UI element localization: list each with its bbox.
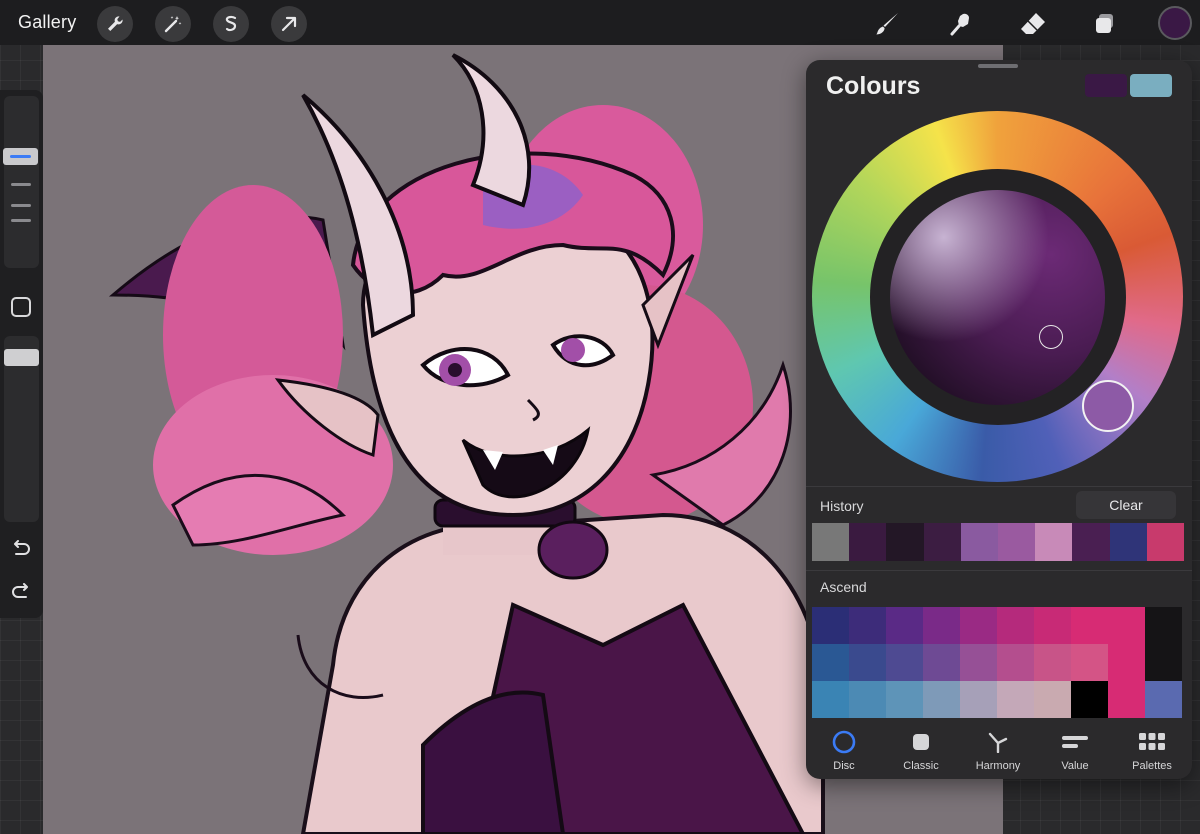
palette-swatch[interactable] [923,681,960,718]
palette-swatch[interactable] [1071,681,1108,718]
history-label: History [820,498,864,514]
brush-size-slider[interactable] [4,96,39,268]
history-swatch[interactable] [1146,523,1185,561]
palette-swatch[interactable] [960,644,997,681]
tab-classic[interactable]: Classic [883,730,959,778]
tab-label: Palettes [1132,760,1172,772]
palette-swatch[interactable] [1108,644,1145,681]
left-sidebar [0,90,43,618]
divider [806,486,1192,487]
tab-label: Disc [833,760,855,772]
tab-label: Harmony [975,760,1021,772]
palette-swatch[interactable] [960,681,997,718]
palette-swatch[interactable] [1071,607,1108,644]
palette-swatch[interactable] [960,607,997,644]
tab-palettes[interactable]: Palettes [1114,730,1190,778]
size-tick [11,204,31,207]
palette-swatch[interactable] [1145,607,1182,644]
history-swatch[interactable] [998,523,1036,561]
palette-swatch[interactable] [886,681,923,718]
palette-swatch[interactable] [849,607,886,644]
history-swatch[interactable] [1109,523,1147,561]
colour-mode-tabs: Disc Classic Harmony Value Palettes [806,724,1192,779]
palette-swatch[interactable] [923,607,960,644]
palette-swatch[interactable] [1034,681,1071,718]
hue-cursor[interactable] [1082,380,1134,432]
opacity-handle[interactable] [4,349,39,366]
palette-swatch[interactable] [849,644,886,681]
saturation-cursor[interactable] [1039,325,1063,349]
history-swatch[interactable] [1035,523,1073,561]
palette-swatch[interactable] [1108,607,1145,644]
palette-name: Ascend [820,579,867,595]
palette-swatch[interactable] [1071,644,1108,681]
size-tick [11,219,31,222]
history-swatch[interactable] [849,523,887,561]
layers-icon[interactable] [1088,7,1122,41]
brush-size-handle[interactable] [3,148,38,165]
palette-grid [812,607,1182,719]
redo-icon[interactable] [10,580,32,602]
panel-grabber[interactable] [978,64,1018,68]
saturation-brightness-disc[interactable] [890,190,1105,405]
history-swatch[interactable] [960,523,999,561]
eraser-icon[interactable] [1016,7,1050,41]
size-tick [11,183,31,186]
palette-swatch[interactable] [923,644,960,681]
palette-swatch[interactable] [1034,644,1071,681]
disc-icon [831,730,857,754]
magic-wand-icon[interactable] [155,6,191,42]
palette-swatch[interactable] [997,607,1034,644]
undo-icon[interactable] [10,537,32,559]
secondary-color-swatch[interactable] [1130,74,1172,97]
divider [806,570,1192,571]
palette-swatch[interactable] [997,644,1034,681]
tab-label: Value [1061,760,1089,772]
tab-label: Classic [903,760,939,772]
wrench-icon[interactable] [97,6,133,42]
gallery-button[interactable]: Gallery [18,12,76,33]
palette-swatch[interactable] [886,644,923,681]
palette-swatch[interactable] [1034,607,1071,644]
transform-arrow-icon[interactable] [271,6,307,42]
smudge-icon[interactable] [945,7,979,41]
palette-swatch[interactable] [812,644,849,681]
panel-title: Colours [826,72,921,100]
palette-swatch[interactable] [1145,681,1182,718]
history-swatch[interactable] [1072,523,1110,561]
history-swatches [812,523,1185,561]
history-swatch[interactable] [923,523,961,561]
tab-harmony[interactable]: Harmony [960,730,1036,778]
primary-color-swatch[interactable] [1085,74,1127,97]
palette-swatch[interactable] [997,681,1034,718]
palette-swatch[interactable] [1145,644,1182,681]
palette-swatch[interactable] [849,681,886,718]
clear-history-button[interactable]: Clear [1076,491,1176,519]
palettes-grid-icon [1139,730,1165,754]
palette-swatch[interactable] [886,607,923,644]
colours-panel: Colours History Clear Ascend Disc Classi… [806,60,1192,779]
harmony-icon [985,730,1011,754]
classic-square-icon [908,730,934,754]
palette-swatch[interactable] [812,681,849,718]
tab-value[interactable]: Value [1037,730,1113,778]
palette-swatch[interactable] [812,607,849,644]
history-swatch[interactable] [886,523,924,561]
value-sliders-icon [1062,730,1088,754]
brush-icon[interactable] [870,7,904,41]
modify-square-icon[interactable] [11,297,31,317]
selection-icon[interactable] [213,6,249,42]
history-swatch[interactable] [812,523,850,561]
current-color-button[interactable] [1158,6,1192,40]
tab-disc[interactable]: Disc [806,730,882,778]
palette-swatch[interactable] [1108,681,1145,718]
top-toolbar: Gallery [0,0,1200,45]
